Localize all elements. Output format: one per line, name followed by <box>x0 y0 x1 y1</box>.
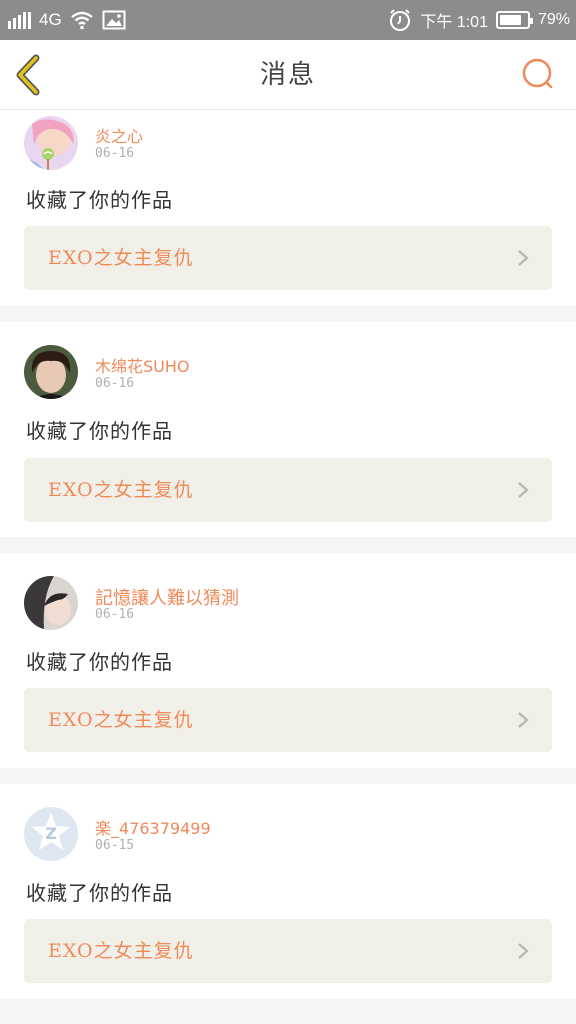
battery-percent: 79% <box>537 11 570 28</box>
chevron-right-icon <box>518 712 529 728</box>
message-card: 記憶讓人難以猜測 06-16 收藏了你的作品 EXO之女主复仇 <box>0 553 576 768</box>
app-header: 消息 <box>0 40 576 110</box>
work-title: EXO之女主复仇 <box>48 479 194 501</box>
chevron-right-icon <box>518 943 529 959</box>
work-title: EXO之女主复仇 <box>48 709 194 731</box>
message-action-text: 收藏了你的作品 <box>26 419 173 443</box>
message-date: 06-15 <box>95 838 135 853</box>
avatar[interactable] <box>24 116 78 170</box>
avatar[interactable]: Z <box>24 807 78 861</box>
work-link[interactable]: EXO之女主复仇 <box>24 458 552 522</box>
work-link[interactable]: EXO之女主复仇 <box>24 226 552 290</box>
wifi-icon <box>70 11 93 30</box>
work-link[interactable]: EXO之女主复仇 <box>24 919 552 983</box>
chevron-right-icon <box>518 482 529 498</box>
image-notification-icon <box>102 10 126 30</box>
status-bar: 4G 下午 1:01 79% <box>0 0 576 40</box>
work-title: EXO之女主复仇 <box>48 940 194 962</box>
battery-icon <box>495 11 533 29</box>
battery-fill <box>499 15 521 25</box>
message-user-name[interactable]: 楽_476379499 <box>95 815 211 839</box>
message-card: 炎之心 06-16 收藏了你的作品 EXO之女主复仇 <box>0 110 576 306</box>
page-title: 消息 <box>259 60 316 90</box>
alarm-icon <box>390 9 411 31</box>
avatar[interactable] <box>24 576 78 630</box>
search-icon <box>522 58 553 89</box>
message-date: 06-16 <box>95 607 135 622</box>
svg-text:Z: Z <box>45 824 57 843</box>
chevron-right-icon <box>518 250 529 266</box>
search-button[interactable] <box>518 54 558 94</box>
avatar[interactable] <box>24 345 78 399</box>
network-type: 4G <box>39 10 62 29</box>
work-title: EXO之女主复仇 <box>48 247 194 269</box>
message-date: 06-16 <box>95 376 135 391</box>
message-card: 木绵花SUHO 06-16 收藏了你的作品 EXO之女主复仇 <box>0 322 576 537</box>
message-user-name[interactable]: 炎之心 <box>95 123 143 147</box>
work-link[interactable]: EXO之女主复仇 <box>24 688 552 752</box>
message-card: Z 楽_476379499 06-15 收藏了你的作品 EXO之女主复仇 <box>0 784 576 999</box>
message-action-text: 收藏了你的作品 <box>26 881 173 905</box>
message-action-text: 收藏了你的作品 <box>26 188 173 212</box>
status-time: 下午 1:01 <box>420 14 488 31</box>
signal-icon <box>8 11 31 29</box>
status-left: 4G <box>8 0 126 40</box>
message-action-text: 收藏了你的作品 <box>26 650 173 674</box>
status-right: 下午 1:01 79% <box>388 0 570 40</box>
message-user-name[interactable]: 木绵花SUHO <box>95 353 190 377</box>
message-date: 06-16 <box>95 146 135 161</box>
